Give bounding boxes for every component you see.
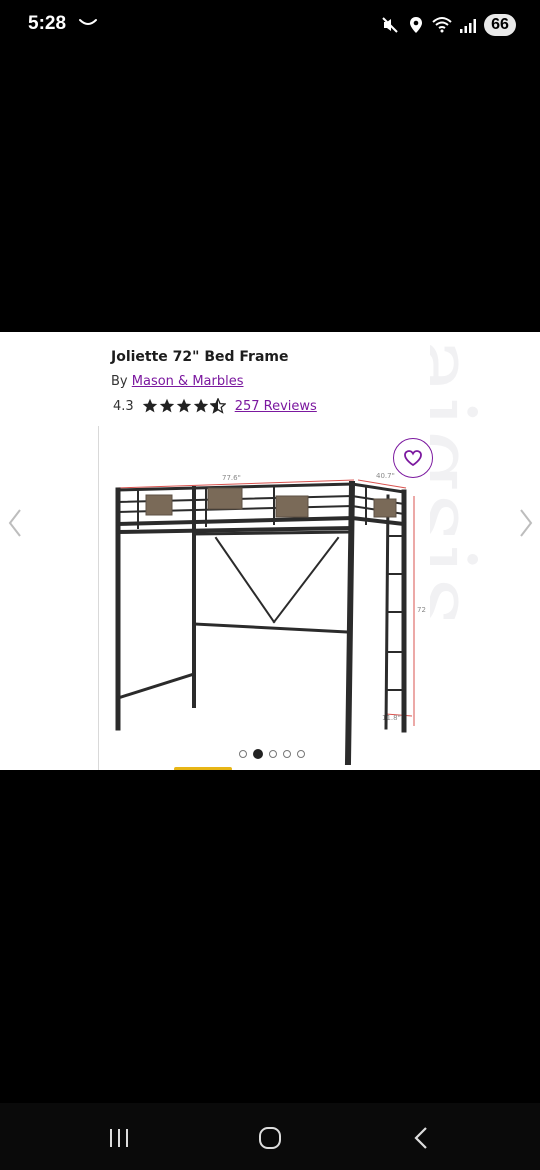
back-button[interactable]: [406, 1123, 436, 1153]
next-image-arrow-icon[interactable]: [518, 508, 534, 538]
dim-length-label: 77.6": [222, 474, 241, 482]
rating-row: 4.3 257 Reviews: [113, 398, 317, 414]
brand-link[interactable]: Mason & Marbles: [132, 374, 244, 389]
back-icon: [414, 1127, 427, 1149]
watermark: aigsis: [430, 332, 540, 770]
cast-icon: [79, 19, 97, 25]
by-prefix: By: [111, 374, 128, 389]
half-star-icon: [209, 398, 226, 414]
reviews-link[interactable]: 257 Reviews: [235, 399, 317, 414]
status-time: 5:28: [28, 13, 67, 34]
star-icon: [193, 398, 208, 413]
wood-panels: [145, 487, 397, 518]
previous-image-arrow-icon[interactable]: [7, 508, 23, 538]
battery-indicator: 66: [484, 14, 516, 36]
product-title: Joliette 72" Bed Frame: [111, 349, 289, 365]
status-icons: 66: [380, 12, 516, 38]
favorite-button[interactable]: [393, 438, 433, 478]
signal-icon: [458, 15, 478, 35]
image-carousel-dots: [239, 749, 305, 759]
carousel-dot[interactable]: [239, 750, 247, 758]
wifi-icon: [432, 15, 452, 35]
dim-height-label: 72": [417, 606, 426, 614]
product-screenshot: aigsis Joliette 72" Bed Frame By Mason &…: [0, 332, 540, 770]
star-icon: [176, 398, 191, 413]
star-icon: [142, 398, 157, 413]
carousel-dot[interactable]: [297, 750, 305, 758]
status-bar: 5:28 66: [0, 0, 540, 52]
highlight-tab: [174, 767, 232, 770]
location-icon: [406, 15, 426, 35]
navigation-bar: [0, 1103, 540, 1170]
recent-apps-icon: [110, 1129, 128, 1147]
home-icon: [259, 1127, 281, 1149]
watermark-text: aigsis: [430, 338, 496, 629]
rating-value: 4.3: [113, 398, 134, 414]
heart-icon: [404, 450, 422, 467]
carousel-dot[interactable]: [269, 750, 277, 758]
carousel-dot-active[interactable]: [253, 749, 263, 759]
star-rating: [142, 398, 227, 414]
image-divider: [98, 426, 99, 770]
mute-icon: [380, 15, 400, 35]
home-button[interactable]: [255, 1123, 285, 1153]
star-icon: [159, 398, 174, 413]
bed-frame-image[interactable]: 77.6" 40.7" 72" 11.8": [106, 466, 426, 768]
product-byline: By Mason & Marbles: [111, 374, 243, 389]
recent-apps-button[interactable]: [104, 1123, 134, 1153]
dimension-lines: [115, 479, 415, 726]
dim-width-label: 40.7": [376, 472, 395, 480]
carousel-dot[interactable]: [283, 750, 291, 758]
